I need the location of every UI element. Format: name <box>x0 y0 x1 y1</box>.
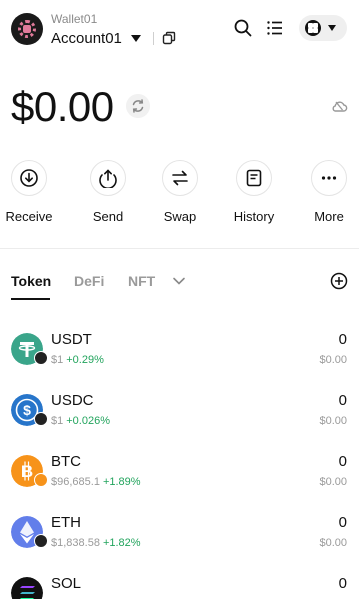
token-value: $0.00 <box>319 354 347 366</box>
token-amount: 0 <box>338 575 347 592</box>
total-balance: $0.00 <box>11 83 114 130</box>
chain-badge-icon <box>34 473 48 487</box>
token-price-line: $1 +0.29% <box>51 354 104 366</box>
token-change: +0.29% <box>66 354 104 366</box>
token-change: +1.82% <box>102 537 141 549</box>
token-amount: 0 <box>338 331 347 348</box>
token-row-usdt[interactable]: USDT $1 +0.29% 0 $0.00 <box>0 318 359 379</box>
receive-label: Receive <box>5 209 53 224</box>
sol-logo-icon <box>11 577 43 599</box>
wallet-name: Wallet01 <box>51 12 98 26</box>
token-price-line: $1 +0.026% <box>51 415 110 427</box>
chevron-down-icon[interactable] <box>172 276 186 286</box>
history-label: History <box>233 209 275 224</box>
token-change: +0.026% <box>66 415 110 427</box>
wallet-avatar[interactable] <box>11 13 43 45</box>
search-icon[interactable] <box>233 18 253 38</box>
more-circle[interactable] <box>311 160 347 196</box>
chain-badge-icon <box>34 351 48 365</box>
copy-address-icon[interactable] <box>162 31 176 45</box>
swap-button[interactable]: Swap <box>145 160 215 224</box>
account-dropdown-caret-icon[interactable] <box>130 34 141 42</box>
svg-text:B: B <box>21 462 33 481</box>
token-price: $1 <box>51 354 64 366</box>
chain-badge-icon <box>34 534 48 548</box>
svg-text:$: $ <box>23 402 31 418</box>
section-divider <box>0 248 359 249</box>
token-symbol: USDT <box>51 331 92 348</box>
token-price: $1,838.58 <box>51 537 100 549</box>
swap-label: Swap <box>163 209 197 224</box>
token-amount: 0 <box>338 392 347 409</box>
token-row-usdc[interactable]: $ USDC $1 +0.026% 0 $0.00 <box>0 379 359 440</box>
tab-nft[interactable]: NFT <box>128 273 155 289</box>
token-price-line: $1,838.58 +1.82% <box>51 537 141 549</box>
add-token-icon[interactable] <box>330 272 348 290</box>
send-circle[interactable] <box>90 160 126 196</box>
menu-list-icon[interactable] <box>265 18 285 38</box>
network-dropdown-caret-icon <box>328 25 336 31</box>
token-amount: 0 <box>338 453 347 470</box>
token-change: +1.89% <box>102 476 141 488</box>
token-price-line: $96,685.1 +1.89% <box>51 476 141 488</box>
send-button[interactable]: Send <box>73 160 143 224</box>
send-label: Send <box>92 209 124 224</box>
token-row-eth[interactable]: ETH $1,838.58 +1.82% 0 $0.00 <box>0 501 359 562</box>
more-label: More <box>314 209 344 224</box>
token-symbol: SOL <box>51 575 82 592</box>
history-circle[interactable] <box>236 160 272 196</box>
header-divider <box>152 31 154 45</box>
token-symbol: ETH <box>51 514 81 531</box>
tab-defi[interactable]: DeFi <box>74 273 104 289</box>
header: Wallet01 Account01 <box>0 0 359 60</box>
account-switcher[interactable]: Account01 <box>51 29 176 47</box>
receive-circle[interactable] <box>11 160 47 196</box>
more-icon <box>321 176 337 180</box>
token-row-sol[interactable]: SOL 0 <box>0 562 359 599</box>
asset-tabs: Token DeFi NFT <box>0 262 359 300</box>
chain-badge-icon <box>34 412 48 426</box>
network-logo-icon <box>305 20 321 36</box>
refresh-balance-icon[interactable] <box>126 94 150 118</box>
token-value: $0.00 <box>319 537 347 549</box>
receive-button[interactable]: Receive <box>0 160 64 224</box>
token-value: $0.00 <box>319 415 347 427</box>
swap-circle[interactable] <box>162 160 198 196</box>
token-price: $96,685.1 <box>51 476 100 488</box>
receive-icon <box>20 169 38 187</box>
active-tab-indicator <box>11 298 50 300</box>
more-button[interactable]: More <box>294 160 359 224</box>
send-icon <box>99 169 117 188</box>
network-selector[interactable] <box>299 15 347 41</box>
token-symbol: USDC <box>51 392 94 409</box>
cloud-sync-icon[interactable] <box>330 97 348 115</box>
swap-icon <box>172 170 188 186</box>
token-row-btc[interactable]: B BTC $96,685.1 +1.89% 0 $0.00 <box>0 440 359 501</box>
history-icon <box>246 169 262 187</box>
token-value: $0.00 <box>319 476 347 488</box>
avatar-dot <box>23 25 31 33</box>
quick-actions: Receive Send Swap History More <box>0 160 359 230</box>
history-button[interactable]: History <box>219 160 289 224</box>
token-symbol: BTC <box>51 453 81 470</box>
tab-token[interactable]: Token <box>11 273 51 289</box>
token-price: $1 <box>51 415 64 427</box>
account-name[interactable]: Account01 <box>51 30 122 47</box>
token-amount: 0 <box>338 514 347 531</box>
